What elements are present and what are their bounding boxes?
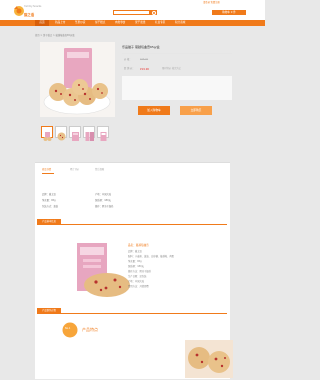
nav-item[interactable]: 肉类零食	[115, 20, 125, 26]
promo-note: 限时特价 抢完为止	[162, 67, 182, 70]
add-to-cart-button[interactable]: 加入购物车	[138, 106, 170, 115]
feature-title: 产品特点	[82, 327, 98, 332]
price-value: ¥28.00	[140, 58, 149, 61]
spec-line: 储存方法：阴凉干燥处	[128, 270, 151, 273]
spec-title: 品名：蔓越莓曲奇	[128, 244, 149, 247]
cookie-image	[84, 273, 130, 297]
spec-line: 配料：小麦粉、黄油、白砂糖、蔓越莓、鸡蛋	[128, 255, 174, 258]
thumbnail-image	[43, 132, 52, 141]
header-cart-button[interactable]: 购物车 0 件	[212, 10, 246, 15]
search-input[interactable]	[113, 10, 150, 15]
spec-line: 产地：中国大陆	[128, 280, 145, 283]
section-title: 产品制作过程	[37, 308, 61, 313]
nav-item-home[interactable]: 首页	[35, 20, 49, 26]
nav-item[interactable]: 饼干糕点	[95, 20, 105, 26]
cookie-photo	[185, 340, 233, 378]
attribute-item: 保质期：180天	[95, 199, 111, 202]
thumbnail[interactable]	[69, 126, 81, 141]
feature-badge: No.1	[65, 327, 71, 330]
thumbnail[interactable]	[41, 126, 53, 141]
breadcrumb[interactable]: 首页 > 饼干糕点 > 蔓越莓曲奇65g/盒	[35, 34, 75, 38]
buy-now-button[interactable]: 立即购买	[180, 106, 212, 115]
login-link[interactable]: 请登录 免费注册	[203, 1, 220, 5]
thumbnail[interactable]	[83, 126, 95, 141]
section-header-process: 产品制作过程	[37, 308, 227, 314]
nav-item[interactable]: 果干蜜饯	[135, 20, 145, 26]
attribute-item: 储存：阴凉干燥处	[95, 205, 114, 208]
thumbnail[interactable]	[97, 126, 109, 141]
spec-line: 保质期：180天	[128, 265, 144, 268]
active-tab-indicator	[42, 173, 54, 174]
attribute-item: 产地：中国大陆	[95, 193, 112, 196]
section-title: 产品基本信息	[37, 219, 61, 224]
attribute-item: 品牌：猫之语	[42, 193, 56, 196]
nav-item[interactable]: 积分商城	[175, 20, 185, 26]
divider	[122, 53, 232, 54]
promo-price-value: ¥19.90	[140, 68, 150, 71]
brand-name: 猫之语	[24, 13, 35, 17]
spec-line: 食用方法：开袋即食	[128, 285, 149, 288]
spec-line: 净含量：65g	[128, 260, 142, 263]
main-nav: 首页 新品上市 坚果炒货 饼干糕点 肉类零食 果干蜜饯 礼盒专区 积分商城	[0, 20, 265, 26]
spec-line: 生产日期：见包装	[128, 275, 147, 278]
tab-details[interactable]: 商品详情	[42, 168, 51, 172]
section-header-info: 产品基本信息	[37, 219, 227, 225]
nav-item[interactable]: 礼盒专区	[155, 20, 165, 26]
promo-price-label: 促 销 价：	[124, 67, 135, 70]
spec-line: 品牌：猫之语	[128, 250, 142, 253]
nav-item[interactable]: 新品上市	[55, 20, 65, 26]
site-header: Yummy Snacks 猫之语 请登录 免费注册 购物车 0 件	[0, 0, 265, 20]
tab-after-sales[interactable]: 售后保障	[95, 168, 104, 172]
product-main-image[interactable]	[40, 42, 115, 117]
thumbnail-image	[57, 132, 66, 141]
nav-item[interactable]: 坚果炒货	[75, 20, 85, 26]
brand-tagline: Yummy Snacks	[24, 5, 42, 8]
thumbnail-image	[100, 132, 107, 141]
search-button[interactable]	[150, 10, 157, 16]
price-label: 价 格：	[124, 58, 132, 61]
attribute-item: 净含量：65g	[42, 199, 56, 202]
product-title: 乐品猫子 蔓越莓曲奇65g/盒	[122, 45, 160, 49]
search-icon	[151, 10, 157, 16]
attribute-item: 包装方式：盒装	[42, 205, 59, 208]
product-options-area	[122, 76, 232, 100]
tab-reviews[interactable]: 累计评价	[70, 168, 79, 172]
thumbnail-image	[85, 132, 94, 141]
thumbnail-image	[72, 132, 79, 141]
thumbnail[interactable]	[55, 126, 67, 141]
